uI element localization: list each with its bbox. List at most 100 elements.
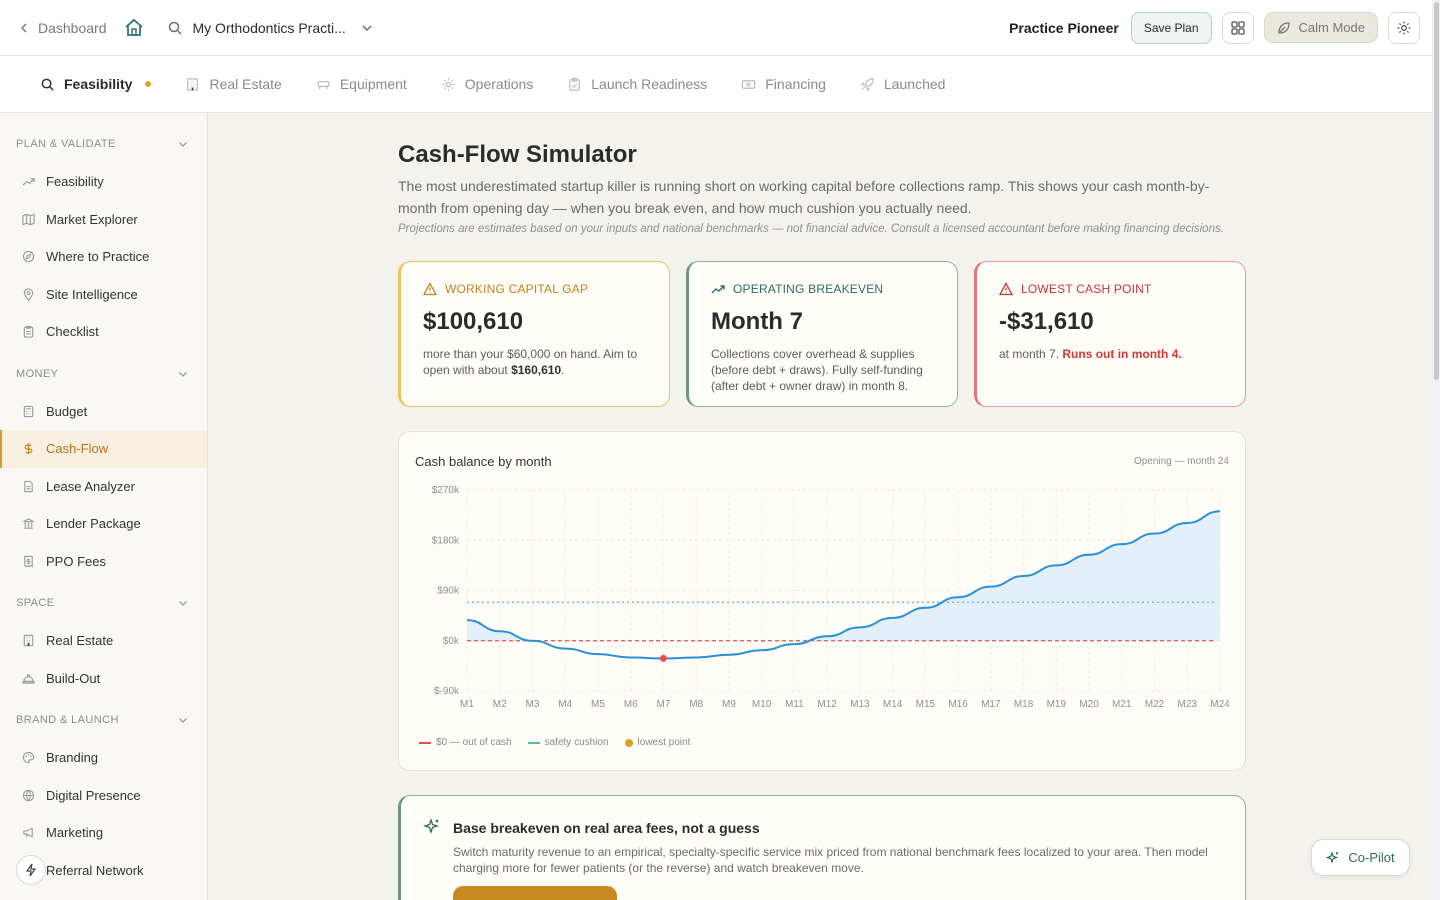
save-plan-button[interactable]: Save Plan [1130,11,1212,44]
sidebar-item-label: PPO Fees [46,553,106,569]
card-subtext: more than your $60,000 on hand. Aim to o… [423,346,647,378]
home-icon[interactable] [123,17,145,39]
card-value: -$31,610 [999,308,1094,335]
megaphone-icon [23,827,33,838]
sidebar-item-label: Checklist [46,324,99,340]
sidebar-item-lender-package[interactable]: Lender Package [0,505,207,543]
x-tick-label: M5 [591,699,605,710]
map-pin-icon [23,288,34,301]
chevron-down-icon [362,24,372,31]
recommendation-action-button[interactable] [453,886,617,900]
tab-real-estate[interactable]: Real Estate [185,76,282,92]
card-label: WORKING CAPITAL GAP [445,282,589,296]
sidebar-item-lease-analyzer[interactable]: Lease Analyzer [0,468,207,506]
sidebar-item-cash-flow[interactable]: Cash-Flow [0,430,207,468]
x-tick-label: M10 [752,699,772,710]
section-space[interactable]: SPACE [0,584,207,622]
sidebar-item-build-out[interactable]: Build-Out [0,660,207,698]
card-subtext: Collections cover overhead & supplies (b… [711,347,923,393]
grid-icon [1230,20,1245,35]
sidebar-item-ppo-fees[interactable]: PPO Fees [0,543,207,581]
tab-operations[interactable]: Operations [441,76,533,92]
scrollbar-thumb[interactable] [1434,2,1439,380]
y-tick-label: $180k [432,535,460,546]
gear-icon [1397,21,1411,34]
recommendation-title: Base breakeven on real area fees, not a … [453,820,760,836]
sidebar-item-branding[interactable]: Branding [0,739,207,777]
sidebar-item-site-intelligence[interactable]: Site Intelligence [0,276,207,314]
lowest-point-marker [659,654,667,662]
card-subtext-text: at month 7. [999,347,1063,361]
sidebar-item-label: Where to Practice [46,249,150,265]
page-description: The most underestimated startup killer i… [398,178,1210,216]
sidebar-item-checklist[interactable]: Checklist [0,313,207,351]
practice-name: My Orthodontics Practi... [192,19,346,36]
sidebar-item-label: Feasibility [46,174,104,190]
sidebar-item-marketing[interactable]: Marketing [0,814,207,852]
chevron-left-icon [20,22,27,33]
section-plan-validate[interactable]: PLAN & VALIDATE [0,125,207,163]
x-tick-label: M24 [1210,699,1230,710]
tab-label: Real Estate [209,76,282,92]
tab-label: Equipment [339,76,407,92]
runs-out-warning: Runs out in month 4. [1062,347,1182,361]
chevron-down-icon [179,718,187,723]
card-value: Month 7 [711,308,803,335]
copilot-button[interactable]: Co-Pilot [1311,839,1410,876]
sidebar-item-budget[interactable]: Budget [0,393,207,431]
x-tick-label: M17 [981,699,1001,710]
x-tick-label: M16 [948,699,968,710]
lightning-icon [25,863,37,877]
tab-feasibility[interactable]: Feasibility [40,76,152,92]
sidebar-item-market-explorer[interactable]: Market Explorer [0,201,207,239]
tab-financing[interactable]: Financing [741,76,826,92]
tab-launch-readiness[interactable]: Launch Readiness [567,76,707,92]
clipboard-icon [23,326,34,338]
quick-actions-button[interactable] [16,855,46,885]
tab-label: Operations [464,76,534,92]
legend-swatch [527,741,540,744]
x-tick-label: M23 [1178,699,1198,710]
sidebar-item-digital-presence[interactable]: Digital Presence [0,777,207,815]
sidebar-item-label: Referral Network [46,862,144,878]
bank-icon [23,518,34,529]
y-tick-label: $90k [437,586,460,597]
tab-label: Feasibility [64,76,133,92]
chevron-down-icon [179,371,187,377]
x-tick-label: M7 [656,699,670,710]
tab-equipment[interactable]: Equipment [316,76,407,92]
rocket-icon [860,77,874,91]
sidebar-item-real-estate[interactable]: Real Estate [0,622,207,660]
practice-selector[interactable]: My Orthodontics Practi... [167,20,374,36]
calm-mode-button[interactable]: Calm Mode [1263,12,1378,43]
sidebar-item-label: Marketing [46,825,104,841]
copilot-label: Co-Pilot [1348,850,1395,865]
sidebar-item-where-to-practice[interactable]: Where to Practice [0,238,207,276]
card-label: LOWEST CASH POINT [1021,282,1152,296]
sparkle-icon [1326,850,1339,864]
x-tick-label: M19 [1047,699,1067,710]
sidebar-item-label: Build-Out [46,670,101,686]
gear-icon [442,77,455,91]
y-tick-label: $-90k [434,686,460,697]
x-tick-label: M14 [883,699,903,710]
calculator-icon [23,405,34,417]
card-subtext: at month 7. Runs out in month 4. [999,346,1223,362]
clipboard-icon [569,77,581,91]
section-money[interactable]: MONEY [0,355,207,393]
chevron-down-icon [179,601,187,606]
card-icon [742,79,756,89]
tab-label: Financing [765,76,826,92]
section-brand-launch[interactable]: BRAND & LAUNCH [0,701,207,739]
lowest-cash-point-card: LOWEST CASH POINT -$31,610 at month 7. R… [974,261,1246,407]
chair-icon [317,80,330,89]
grid-apps-button[interactable] [1221,11,1254,44]
legend-label: lowest point [637,737,691,748]
sidebar-item-feasibility[interactable]: Feasibility [0,163,207,201]
settings-button[interactable] [1388,11,1420,44]
sidebar: PLAN & VALIDATE Feasibility Market Explo… [0,113,208,900]
alert-triangle-icon [999,282,1013,296]
back-to-dashboard-link[interactable]: Dashboard [18,20,107,36]
sidebar-item-label: Market Explorer [46,211,138,227]
tab-launched[interactable]: Launched [860,76,945,92]
